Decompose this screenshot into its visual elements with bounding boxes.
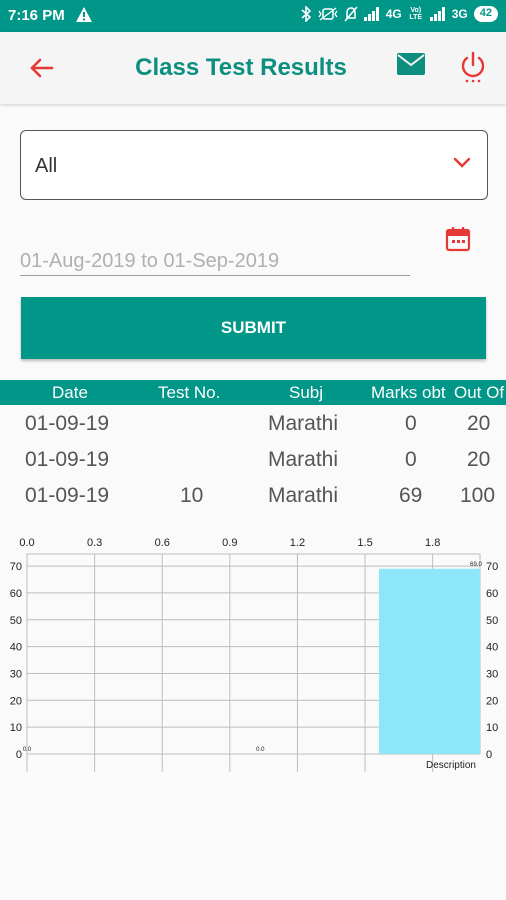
signal-icon-2 xyxy=(429,7,446,21)
volte-label: Vo) LTE xyxy=(409,7,423,21)
vibrate-icon xyxy=(318,7,338,21)
y-tick-label-left: 20 xyxy=(10,695,22,707)
y-tick-label-left: 30 xyxy=(10,668,22,680)
warning-icon xyxy=(76,7,92,22)
chart-bar xyxy=(379,568,480,754)
cell-subject: Marathi xyxy=(268,412,339,435)
chevron-down-icon xyxy=(453,157,471,168)
bar-value-label: 0.0 xyxy=(23,747,32,753)
bluetooth-icon xyxy=(301,6,311,22)
y-tick-label-left: 60 xyxy=(10,588,22,600)
y-tick-label-right: 20 xyxy=(486,695,498,707)
table-header: Date Test No. Subj Marks obt Out Of xyxy=(0,380,506,405)
y-tick-label-left: 70 xyxy=(10,561,22,573)
y-tick-label-right: 50 xyxy=(486,615,498,627)
y-tick-label-right: 30 xyxy=(486,668,498,680)
subject-dropdown[interactable]: All xyxy=(20,130,488,200)
status-time: 7:16 PM xyxy=(8,7,65,24)
table-row: 01-09-19 Marathi 0 20 xyxy=(0,406,506,442)
dropdown-value: All xyxy=(35,155,58,177)
cell-marks-obt: 0 xyxy=(405,412,417,435)
y-tick-label-right: 70 xyxy=(486,561,498,573)
mute-bell-icon xyxy=(344,6,358,22)
y-tick-label-left: 0 xyxy=(16,749,22,761)
marks-bar-chart: 0.0 0.3 0.6 0.9 1.2 1.5 1.8 0 0 10 10 20 20 30 30 40 40 5… xyxy=(10,537,498,772)
header-test-no: Test No. xyxy=(158,383,221,402)
cell-subject: Marathi xyxy=(268,484,339,507)
table-row: 01-09-19 10 Marathi 69 100 xyxy=(0,478,506,514)
cell-marks-obt: 0 xyxy=(405,448,417,471)
power-icon[interactable] xyxy=(458,50,488,84)
battery-icon: 42 xyxy=(473,6,498,22)
bar-value-label: 69.0 xyxy=(470,562,482,568)
y-tick-label-left: 50 xyxy=(10,615,22,627)
cell-out-of: 20 xyxy=(467,412,491,435)
cell-date: 01-09-19 xyxy=(25,484,110,507)
y-tick-label-left: 40 xyxy=(10,642,22,654)
submit-button[interactable]: SUBMIT xyxy=(21,297,486,359)
table-row: 01-09-19 Marathi 0 20 xyxy=(0,442,506,478)
x-tick-label: 0.0 xyxy=(19,537,34,549)
header-subject: Subj xyxy=(289,383,324,402)
cell-date: 01-09-19 xyxy=(25,412,110,435)
y-tick-label-right: 10 xyxy=(486,722,498,734)
header-out-of: Out Of xyxy=(454,383,505,402)
x-tick-label: 0.6 xyxy=(155,537,170,549)
header-date: Date xyxy=(52,383,88,402)
x-tick-label: 0.3 xyxy=(87,537,102,549)
bar-value-label: 0.0 xyxy=(256,747,265,753)
network-label-2: 3G xyxy=(451,7,468,21)
y-tick-label-right: 60 xyxy=(486,588,498,600)
signal-icon xyxy=(363,7,380,21)
chart-description: Description xyxy=(426,760,476,771)
status-icons: 4G Vo) LTE 3G 42 xyxy=(300,6,498,22)
header-marks-obt: Marks obt xyxy=(371,383,446,402)
y-tick-label-right: 0 xyxy=(486,749,492,761)
x-tick-label: 0.9 xyxy=(222,537,237,549)
cell-date: 01-09-19 xyxy=(25,448,110,471)
y-tick-label-left: 10 xyxy=(10,722,22,734)
network-label-1: 4G xyxy=(385,7,402,21)
date-range-field[interactable]: 01-Aug-2019 to 01-Sep-2019 xyxy=(20,246,410,276)
cell-marks-obt: 69 xyxy=(399,484,423,507)
cell-out-of: 20 xyxy=(467,448,491,471)
cell-out-of: 100 xyxy=(460,484,496,507)
y-tick-label-right: 40 xyxy=(486,642,498,654)
status-bar: 7:16 PM 4G Vo) LTE 3G 42 xyxy=(0,0,506,32)
x-tick-label: 1.5 xyxy=(357,537,372,549)
mail-icon[interactable] xyxy=(396,52,426,76)
x-tick-label: 1.8 xyxy=(425,537,440,549)
calendar-icon[interactable] xyxy=(444,225,472,253)
cell-subject: Marathi xyxy=(268,448,339,471)
app-bar: Class Test Results xyxy=(0,32,506,104)
x-tick-label: 1.2 xyxy=(290,537,305,549)
cell-test-no: 10 xyxy=(180,484,204,507)
